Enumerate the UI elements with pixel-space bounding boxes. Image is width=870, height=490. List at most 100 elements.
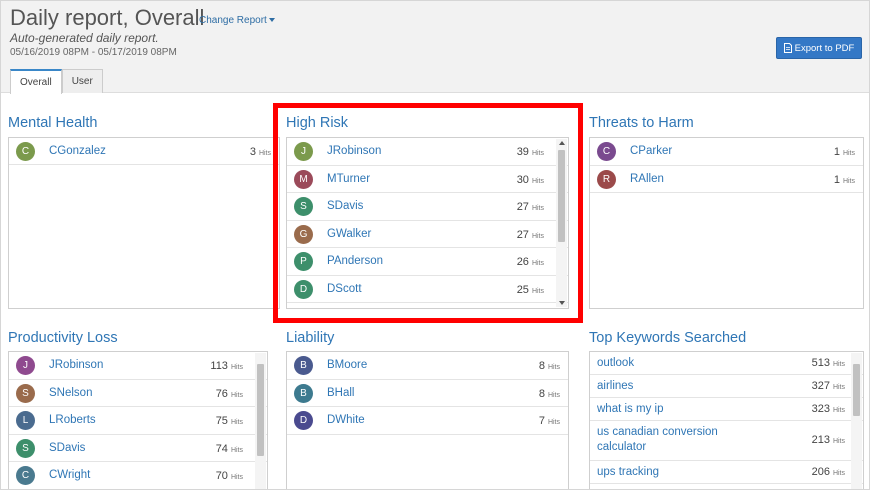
list-item[interactable]: J JRobinson 113 Hits: [9, 352, 267, 380]
list-item[interactable]: S SDavis 74 Hits: [9, 435, 267, 462]
user-name-link[interactable]: CWright: [49, 469, 90, 481]
list-item[interactable]: C CGonzalez 3 Hits: [9, 138, 279, 165]
hit-count: 327 Hits: [812, 380, 845, 392]
hit-unit: Hits: [832, 361, 845, 368]
list-item[interactable]: B BMoore 8 Hits: [287, 352, 568, 380]
hit-value: 113: [210, 360, 228, 372]
hit-unit: Hits: [832, 407, 845, 414]
list-item[interactable]: D DWhite 7 Hits: [287, 407, 568, 435]
productivity-panel: J JRobinson 113 Hits S SNelson 76 Hits L LRoberts…: [8, 351, 268, 489]
user-name-link[interactable]: JRobinson: [49, 359, 103, 371]
hit-value: 513: [811, 357, 830, 369]
page-title: Daily report, Overall: [10, 5, 205, 30]
hit-value: 1: [833, 173, 840, 186]
keyword-link[interactable]: airlines: [597, 379, 777, 394]
list-item[interactable]: R RAllen 1 Hits: [590, 166, 863, 193]
avatar: B: [294, 356, 313, 375]
hit-value: 70: [215, 470, 228, 482]
tab-overall-label: Overall: [20, 77, 52, 88]
hit-unit: Hits: [230, 391, 243, 399]
avatar: J: [16, 356, 35, 375]
hit-unit: Hits: [258, 150, 271, 157]
hit-count: 3 Hits: [250, 146, 271, 158]
hit-count: 323 Hits: [812, 403, 845, 415]
user-name-link[interactable]: LRoberts: [49, 414, 96, 426]
list-item[interactable]: C CWright 70 Hits: [9, 462, 267, 489]
mental-health-panel: C CGonzalez 3 Hits: [8, 137, 280, 309]
hit-count: 206 Hits: [812, 466, 845, 478]
list-item[interactable]: B BHall 8 Hits: [287, 380, 568, 407]
tab-user[interactable]: User: [61, 69, 103, 93]
user-name-link[interactable]: BMoore: [327, 359, 367, 371]
hit-unit: Hits: [832, 470, 845, 477]
hit-count: 1 Hits: [834, 146, 855, 158]
date-range: 05/16/2019 08PM - 05/17/2019 08PM: [10, 47, 177, 58]
user-name-link[interactable]: SDavis: [49, 442, 85, 454]
pdf-file-icon: [783, 43, 792, 53]
keyword-row[interactable]: us canadian conversion calculator 213 Hits: [590, 421, 863, 461]
keywords-panel: outlook 513 Hits airlines 327 Hits what is my …: [589, 351, 864, 489]
hit-value: 213: [811, 434, 830, 446]
keyword-row[interactable]: ups tracking 206 Hits: [590, 461, 863, 484]
hit-unit: Hits: [547, 391, 560, 399]
keyword-link[interactable]: what is my ip: [597, 402, 777, 417]
keyword-link[interactable]: outlook: [597, 356, 777, 371]
keyword-row[interactable]: what is my ip 323 Hits: [590, 398, 863, 421]
tab-user-label: User: [71, 76, 93, 87]
keyword-link[interactable]: ups tracking: [597, 465, 777, 480]
avatar: D: [294, 411, 313, 430]
hit-unit: Hits: [547, 419, 560, 426]
hit-count: 75 Hits: [216, 415, 243, 427]
avatar: B: [294, 383, 313, 403]
hit-unit: Hits: [832, 384, 845, 391]
user-name-link[interactable]: DWhite: [327, 414, 365, 426]
hit-value: 1: [833, 146, 840, 158]
tab-bar: Overall User: [10, 69, 103, 94]
avatar: C: [16, 142, 35, 161]
hit-count: 213 Hits: [812, 434, 845, 446]
keywords-scroll-thumb[interactable]: [853, 364, 860, 416]
change-report-dropdown[interactable]: Change Report: [199, 15, 275, 26]
hit-unit: Hits: [547, 364, 560, 371]
hit-value: 8: [538, 360, 545, 372]
hit-value: 7: [538, 415, 545, 427]
threats-title: Threats to Harm: [589, 115, 694, 131]
user-name-link[interactable]: RAllen: [630, 173, 664, 185]
hit-unit: Hits: [842, 150, 855, 157]
tab-overall[interactable]: Overall: [10, 69, 62, 94]
hit-count: 8 Hits: [539, 388, 560, 400]
user-name-link[interactable]: BHall: [327, 387, 354, 399]
page-subtitle: Auto-generated daily report.: [10, 31, 159, 45]
keyword-row[interactable]: outlook 513 Hits: [590, 352, 863, 375]
report-window: Daily report, Overall Change Report Auto…: [0, 0, 870, 490]
export-pdf-label: Export to PDF: [794, 42, 855, 54]
hit-count: 76 Hits: [216, 388, 243, 400]
productivity-scroll-thumb[interactable]: [257, 364, 264, 456]
export-pdf-button[interactable]: Export to PDF: [776, 37, 862, 59]
list-item[interactable]: S SNelson 76 Hits: [9, 380, 267, 407]
hit-value: 206: [811, 466, 830, 478]
hit-unit: Hits: [842, 177, 855, 185]
user-name-link[interactable]: CParker: [630, 145, 672, 157]
keywords-title: Top Keywords Searched: [589, 330, 747, 346]
avatar: S: [16, 438, 35, 458]
keyword-link[interactable]: us canadian conversion calculator: [597, 425, 737, 455]
hit-count: 113 Hits: [210, 360, 243, 372]
hit-count: 513 Hits: [812, 357, 845, 369]
avatar: L: [16, 411, 35, 430]
liability-title: Liability: [286, 330, 335, 346]
user-name-link[interactable]: SNelson: [49, 387, 92, 399]
list-item[interactable]: C CParker 1 Hits: [590, 138, 863, 166]
hit-value: 323: [811, 403, 830, 415]
mental-health-title: Mental Health: [8, 115, 98, 131]
hit-value: 76: [215, 387, 228, 400]
hit-unit: Hits: [230, 474, 243, 481]
user-name-link[interactable]: CGonzalez: [49, 145, 106, 157]
hit-unit: Hits: [230, 446, 243, 454]
keyword-row[interactable]: airlines 327 Hits: [590, 375, 863, 398]
list-item[interactable]: L LRoberts 75 Hits: [9, 407, 267, 435]
hit-value: 74: [215, 442, 228, 455]
hit-unit: Hits: [832, 438, 845, 445]
avatar: C: [16, 466, 35, 485]
productivity-title: Productivity Loss: [8, 330, 118, 346]
